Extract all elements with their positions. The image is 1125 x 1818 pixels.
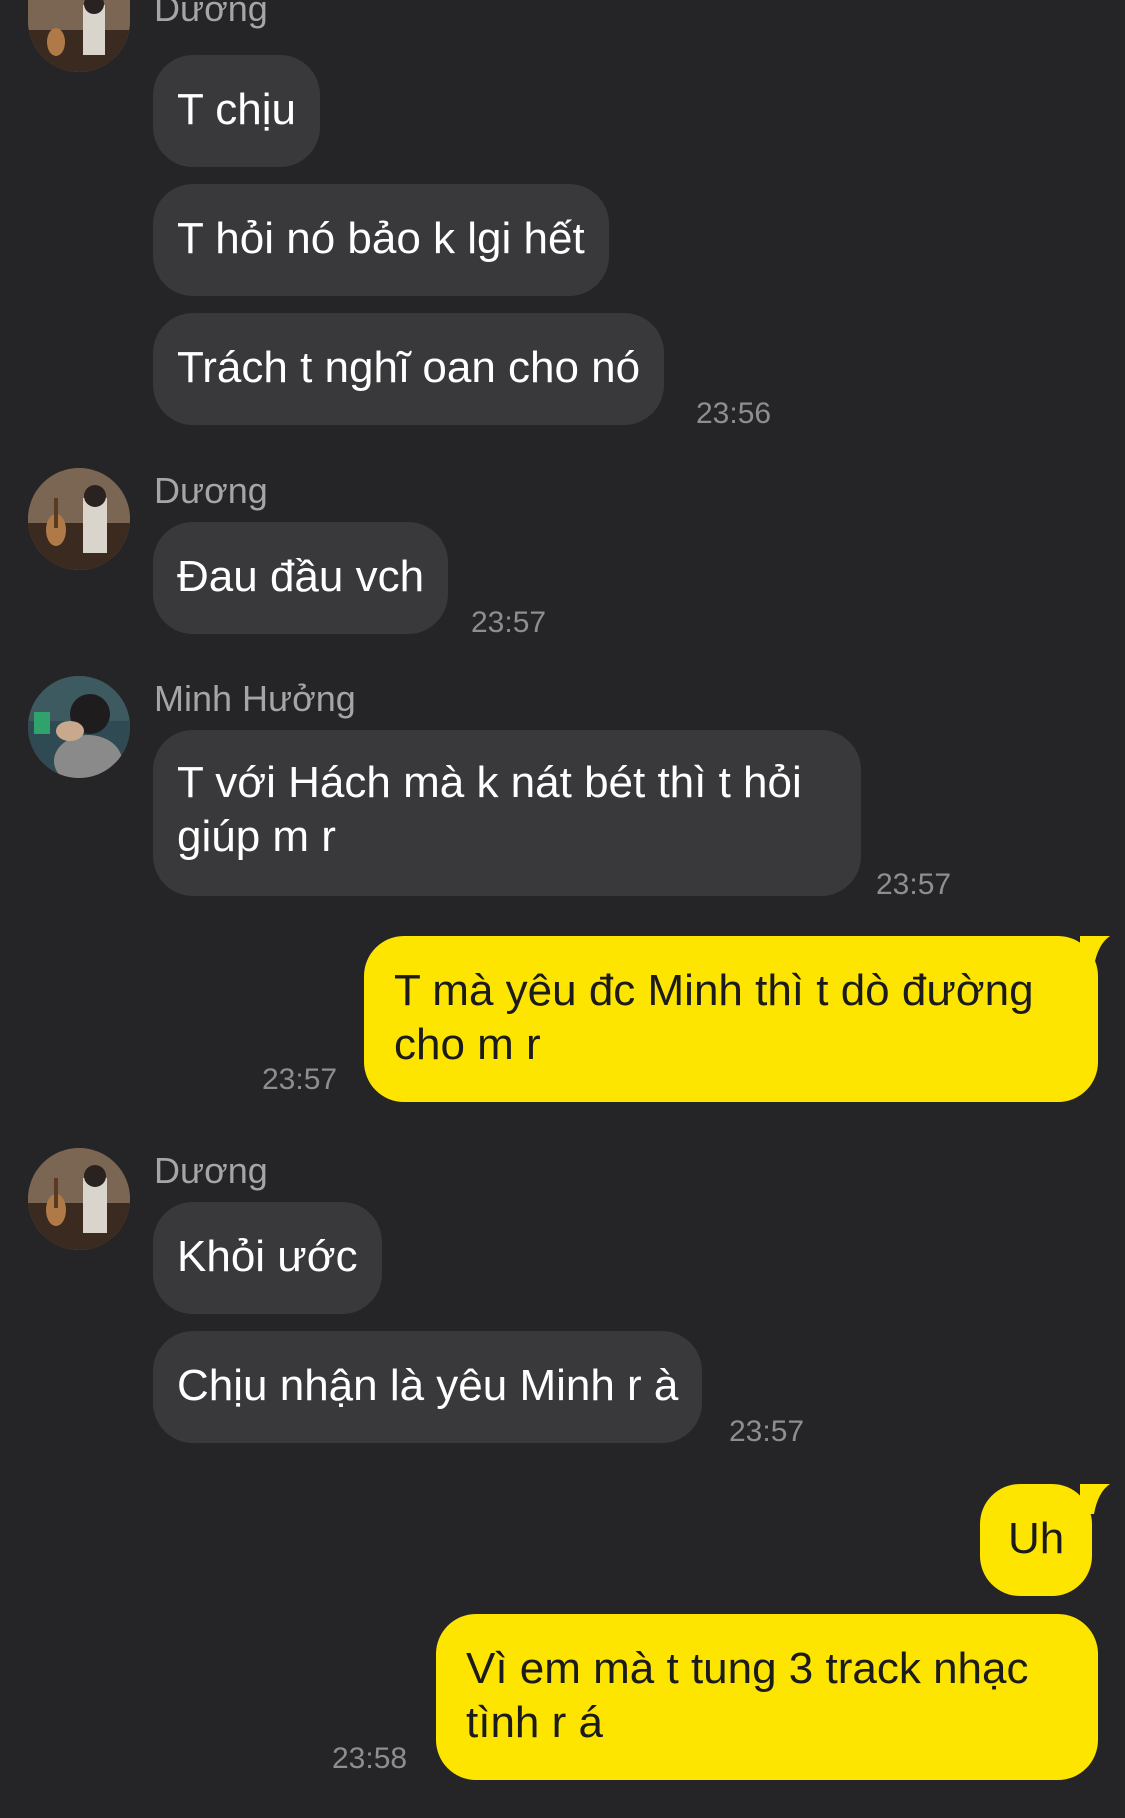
sender-name: Dương <box>154 0 268 29</box>
sender-name: Dương <box>154 1150 268 1191</box>
message-bubble[interactable]: Đau đầu vch <box>153 522 449 634</box>
message-bubble[interactable]: T hỏi nó bảo k lgi hết <box>153 184 609 296</box>
message-bubble[interactable]: Trách t nghĩ oan cho nó <box>153 313 665 425</box>
bubble-tail <box>1080 936 1110 966</box>
message-bubble[interactable]: Khỏi ước <box>153 1202 382 1314</box>
message-text: Chịu nhận là yêu Minh r à <box>177 1361 679 1410</box>
message-timestamp: 23:58 <box>332 1742 408 1775</box>
message-text: Vì em mà t tung 3 track nhạc tình r á <box>466 1644 1029 1747</box>
sender-avatar-duong[interactable] <box>28 0 130 72</box>
message-bubble-outgoing[interactable]: T mà yêu đc Minh thì t dò đường cho m r <box>364 936 1098 1102</box>
sender-avatar-duong[interactable] <box>28 468 130 570</box>
message-text: T chịu <box>177 85 297 134</box>
sender-name: Minh Hưởng <box>154 678 356 719</box>
message-text: Khỏi ước <box>177 1232 358 1281</box>
sender-avatar-minh-huong[interactable] <box>28 676 130 778</box>
message-text: Trách t nghĩ oan cho nó <box>177 343 641 392</box>
message-bubble[interactable]: Chịu nhận là yêu Minh r à <box>153 1331 703 1443</box>
message-bubble-outgoing[interactable]: Uh <box>980 1484 1093 1596</box>
message-text: T mà yêu đc Minh thì t dò đường cho m r <box>394 966 1034 1069</box>
message-bubble-outgoing[interactable]: Vì em mà t tung 3 track nhạc tình r á <box>436 1614 1098 1780</box>
message-text: Đau đầu vch <box>177 552 425 601</box>
message-timestamp: 23:57 <box>876 868 952 901</box>
message-text: T hỏi nó bảo k lgi hết <box>177 214 585 263</box>
message-timestamp: 23:57 <box>262 1063 338 1096</box>
message-timestamp: 23:56 <box>696 397 772 430</box>
message-timestamp: 23:57 <box>729 1415 805 1448</box>
message-text: Uh <box>1008 1514 1065 1563</box>
bubble-tail <box>1080 1484 1110 1514</box>
sender-name: Dương <box>154 470 268 511</box>
message-timestamp: 23:57 <box>471 606 547 639</box>
message-bubble[interactable]: T chịu <box>153 55 321 167</box>
message-bubble[interactable]: T với Hách mà k nát bét thì t hỏi giúp m… <box>153 730 861 896</box>
message-text: T với Hách mà k nát bét thì t hỏi giúp m… <box>177 758 802 861</box>
sender-avatar-duong[interactable] <box>28 1148 130 1250</box>
